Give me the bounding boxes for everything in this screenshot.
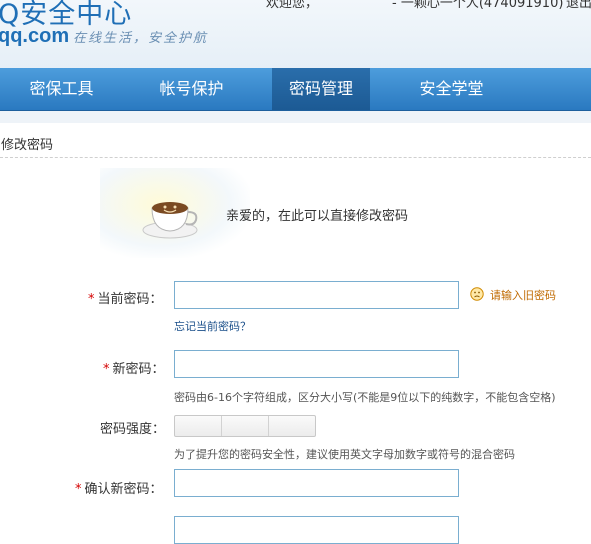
strength-segment [222, 416, 269, 436]
nav-item-account-protection[interactable]: 帐号保护 [140, 68, 243, 110]
new-password-input[interactable] [174, 350, 459, 378]
username: - 一颗心一个人(474091910) [392, 0, 564, 11]
confirm-password-label-text: 确认新密码： [84, 482, 163, 497]
strength-hint: 为了提升您的密码安全性，建议使用英文字母加数字或符号的混合密码 [174, 448, 515, 461]
logout-link[interactable]: 退出 [566, 0, 591, 11]
required-star: * [88, 292, 95, 307]
sub-nav-band [0, 111, 591, 123]
section-title: 修改密码 [1, 138, 54, 153]
coffee-cup-icon [142, 202, 198, 239]
nav-item-password-management[interactable]: 密码管理 [272, 68, 370, 110]
nav-item-security-school[interactable]: 安全学堂 [398, 68, 505, 110]
strength-segment [175, 416, 222, 436]
strength-label: 密码强度： [100, 422, 166, 437]
main-nav: 密保工具 帐号保护 密码管理 安全学堂 [0, 68, 591, 111]
required-star: * [103, 362, 110, 377]
new-password-label: * 新密码： [103, 358, 165, 377]
sad-face-warning-icon [470, 287, 484, 301]
new-password-hint: 密码由6-16个字符组成，区分大小写(不能是9位以下的纯数字，不能包含空格) [174, 391, 556, 404]
nav-item-security-tools[interactable]: 密保工具 [0, 68, 123, 110]
greeting-text: 亲爱的，在此可以直接修改密码 [226, 209, 409, 224]
header: Q安全中心 qq.com 在线生活，安全护航 欢迎您， - 一颗心一个人(474… [0, 0, 591, 68]
welcome-text: 欢迎您， [266, 0, 319, 11]
confirm-password-label: * 确认新密码： [75, 478, 163, 497]
required-star: * [75, 482, 82, 497]
current-password-warning: 请输入旧密码 [490, 289, 556, 302]
confirm-password-input[interactable] [174, 469, 459, 497]
divider [0, 157, 591, 158]
logo-slogan: 在线生活，安全护航 [73, 31, 209, 46]
current-password-input[interactable] [174, 281, 459, 309]
current-password-label-text: 当前密码： [97, 292, 163, 307]
forgot-password-link[interactable]: 忘记当前密码？ [174, 318, 251, 334]
password-strength-meter [174, 415, 316, 437]
logo-domain: qq.com [0, 25, 70, 47]
new-password-label-text: 新密码： [112, 362, 165, 377]
strength-segment [269, 416, 315, 436]
extra-input[interactable] [174, 516, 459, 544]
current-password-label: * 当前密码： [88, 288, 163, 307]
